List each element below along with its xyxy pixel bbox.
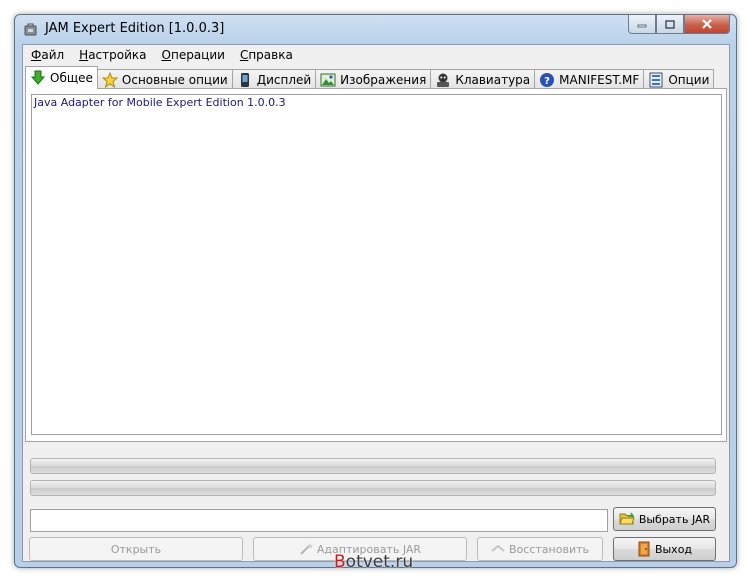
watermark-first-letter: B: [334, 552, 346, 572]
choose-jar-label: Выбрать JAR: [638, 512, 711, 526]
close-icon: [702, 19, 712, 29]
help-icon: ?: [540, 72, 555, 87]
menu-hotkey: О: [161, 48, 171, 62]
tab-label: Общее: [50, 71, 93, 85]
restore-label: Восстановить: [509, 542, 589, 556]
tab-keyboard[interactable]: Клавиатура: [430, 69, 536, 89]
tab-general[interactable]: Общее: [25, 66, 98, 89]
tab-options[interactable]: Опции: [643, 69, 715, 89]
tab-display[interactable]: Дисплей: [231, 69, 317, 89]
caption-buttons: [628, 15, 730, 35]
restore-icon: [491, 544, 505, 552]
maximize-icon: [665, 19, 675, 29]
restore-button[interactable]: Восстановить: [477, 537, 603, 561]
menu-label: перации: [170, 48, 225, 62]
tab-images[interactable]: Изображения: [315, 69, 432, 89]
menu-bar: Файл Настройка Операции Справка: [23, 45, 729, 65]
menu-hotkey: Н: [79, 48, 89, 62]
tab-label: Изображения: [340, 72, 427, 87]
tab-manifest[interactable]: ? MANIFEST.MF: [534, 69, 645, 89]
info-text-area[interactable]: Java Adapter for Mobile Expert Edition 1…: [31, 94, 722, 435]
tab-label: Опции: [668, 72, 710, 87]
tab-main-options[interactable]: Основные опции: [96, 69, 233, 89]
watermark-rest: otvet.ru: [345, 552, 414, 572]
exit-label: Выход: [654, 542, 693, 556]
jar-path-input[interactable]: [30, 509, 608, 532]
menu-operations[interactable]: Операции: [154, 45, 232, 65]
menu-label: правка: [248, 48, 293, 62]
menu-settings[interactable]: Настройка: [71, 45, 153, 65]
tab-label: Основные опции: [121, 72, 228, 87]
svg-text:?: ?: [544, 76, 550, 87]
tab-label: Клавиатура: [455, 72, 531, 87]
choose-jar-button[interactable]: Выбрать JAR: [613, 507, 716, 531]
watermark: Botvet.ru: [334, 552, 413, 572]
green-down-arrow-icon: [30, 70, 46, 85]
menu-label: айл: [41, 48, 65, 62]
menu-label: астройка: [88, 48, 147, 62]
exit-door-icon: [638, 541, 650, 557]
options-icon: [649, 72, 663, 87]
maximize-button[interactable]: [656, 15, 684, 34]
progress-bar-1: [30, 458, 716, 474]
app-window: JAM Expert Edition [1.0.0.3] Файл Настро…: [14, 14, 737, 568]
close-button[interactable]: [684, 15, 730, 34]
star-icon: [101, 71, 118, 88]
phone-icon: [240, 72, 249, 87]
tab-label: Дисплей: [256, 72, 312, 87]
client-area: Файл Настройка Операции Справка Общее Ос…: [22, 44, 730, 562]
minimize-icon: [637, 24, 647, 28]
keyboard-icon: [437, 73, 450, 87]
tab-panel-general: Java Adapter for Mobile Expert Edition 1…: [25, 88, 727, 442]
exit-button[interactable]: Выход: [613, 537, 716, 561]
tab-label: MANIFEST.MF: [559, 72, 640, 87]
open-folder-icon: [619, 512, 635, 525]
minimize-button[interactable]: [628, 15, 656, 34]
menu-help[interactable]: Справка: [232, 45, 300, 65]
picture-icon: [320, 73, 336, 86]
open-label: Открыть: [110, 542, 162, 556]
app-icon: [24, 23, 37, 36]
open-button[interactable]: Открыть: [29, 537, 243, 561]
wand-icon: [300, 543, 313, 555]
menu-hotkey: Ф: [31, 48, 42, 62]
title-bar[interactable]: JAM Expert Edition [1.0.0.3]: [15, 15, 736, 43]
info-text: Java Adapter for Mobile Expert Edition 1…: [34, 96, 286, 109]
window-title: JAM Expert Edition [1.0.0.3]: [45, 21, 225, 36]
progress-bar-2: [30, 480, 716, 496]
menu-file[interactable]: Файл: [23, 45, 71, 65]
tab-strip: Общее Основные опции Дисплей Изображения…: [25, 66, 715, 89]
